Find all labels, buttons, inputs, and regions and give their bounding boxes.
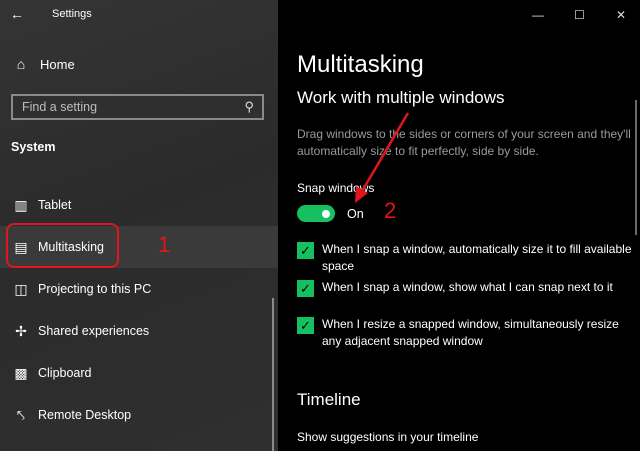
app-title: Settings xyxy=(52,8,92,20)
search-input[interactable]: Find a setting xyxy=(22,100,97,114)
sidebar-item-projecting[interactable]: ◫ Projecting to this PC xyxy=(0,268,278,310)
sidebar: ← Settings ⌂ Home Find a setting ⚲ Syste… xyxy=(0,0,278,451)
remote-desktop-icon: ⤣ xyxy=(17,406,25,423)
checkbox-label: When I resize a snapped window, simultan… xyxy=(322,317,619,348)
checkbox-show-snap-next[interactable]: ✓ When I snap a window, show what I can … xyxy=(297,279,633,297)
annotation-number-1: 1 xyxy=(158,232,171,257)
sidebar-item-label: Remote Desktop xyxy=(38,408,132,422)
checkbox-auto-size[interactable]: ✓ When I snap a window, automatically si… xyxy=(297,241,633,275)
minimize-icon[interactable]: — xyxy=(532,8,544,22)
search-box[interactable]: Find a setting ⚲ xyxy=(11,94,264,120)
sidebar-item-label: Shared experiences xyxy=(38,324,150,338)
home-label: Home xyxy=(40,56,75,72)
search-icon[interactable]: ⚲ xyxy=(244,99,254,115)
page-title: Multitasking xyxy=(297,51,424,78)
sidebar-item-label: Clipboard xyxy=(38,366,92,380)
sidebar-item-label: Projecting to this PC xyxy=(38,282,152,296)
timeline-heading: Timeline xyxy=(297,390,361,409)
sidebar-item-shared-experiences[interactable]: ✢ Shared experiences xyxy=(0,310,278,352)
annotation-highlight-box xyxy=(6,223,119,268)
snap-windows-toggle[interactable] xyxy=(297,205,335,222)
section-title: System xyxy=(11,140,56,154)
back-arrow-icon[interactable]: ← xyxy=(10,6,24,22)
close-icon[interactable]: ✕ xyxy=(616,8,626,22)
projecting-icon: ◫ xyxy=(14,280,28,297)
checkbox-label: When I snap a window, show what I can sn… xyxy=(322,280,613,294)
tablet-icon: ▥ xyxy=(14,196,28,213)
sidebar-scrollbar[interactable] xyxy=(272,298,274,451)
checkbox-resize-adjacent[interactable]: ✓ When I resize a snapped window, simult… xyxy=(297,316,633,350)
sidebar-home[interactable]: ⌂ Home xyxy=(12,56,75,72)
content-scrollbar[interactable] xyxy=(635,100,637,235)
home-icon: ⌂ xyxy=(16,56,26,72)
section-heading: Work with multiple windows xyxy=(297,88,505,107)
snap-windows-label: Snap windows xyxy=(297,181,375,195)
description-text: Drag windows to the sides or corners of … xyxy=(297,127,631,158)
toggle-state-label: On xyxy=(347,207,364,221)
sidebar-item-remote-desktop[interactable]: ⤣ Remote Desktop xyxy=(0,394,278,436)
checkbox-label: When I snap a window, automatically size… xyxy=(322,242,632,273)
sidebar-item-tablet[interactable]: ▥ Tablet xyxy=(0,184,278,226)
shared-experiences-icon: ✢ xyxy=(15,322,27,339)
sidebar-item-clipboard[interactable]: ▩ Clipboard xyxy=(0,352,278,394)
sidebar-item-label: Tablet xyxy=(38,198,72,212)
toggle-knob xyxy=(322,209,330,218)
clipboard-icon: ▩ xyxy=(14,364,28,381)
checkmark-icon[interactable]: ✓ xyxy=(297,242,314,259)
checkmark-icon[interactable]: ✓ xyxy=(297,317,314,334)
content-pane: — ☐ ✕ Multitasking Work with multiple wi… xyxy=(278,0,640,451)
timeline-suggestions-label: Show suggestions in your timeline xyxy=(297,430,479,444)
checkmark-icon[interactable]: ✓ xyxy=(297,280,314,297)
annotation-number-2: 2 xyxy=(384,198,397,223)
maximize-icon[interactable]: ☐ xyxy=(574,8,585,22)
